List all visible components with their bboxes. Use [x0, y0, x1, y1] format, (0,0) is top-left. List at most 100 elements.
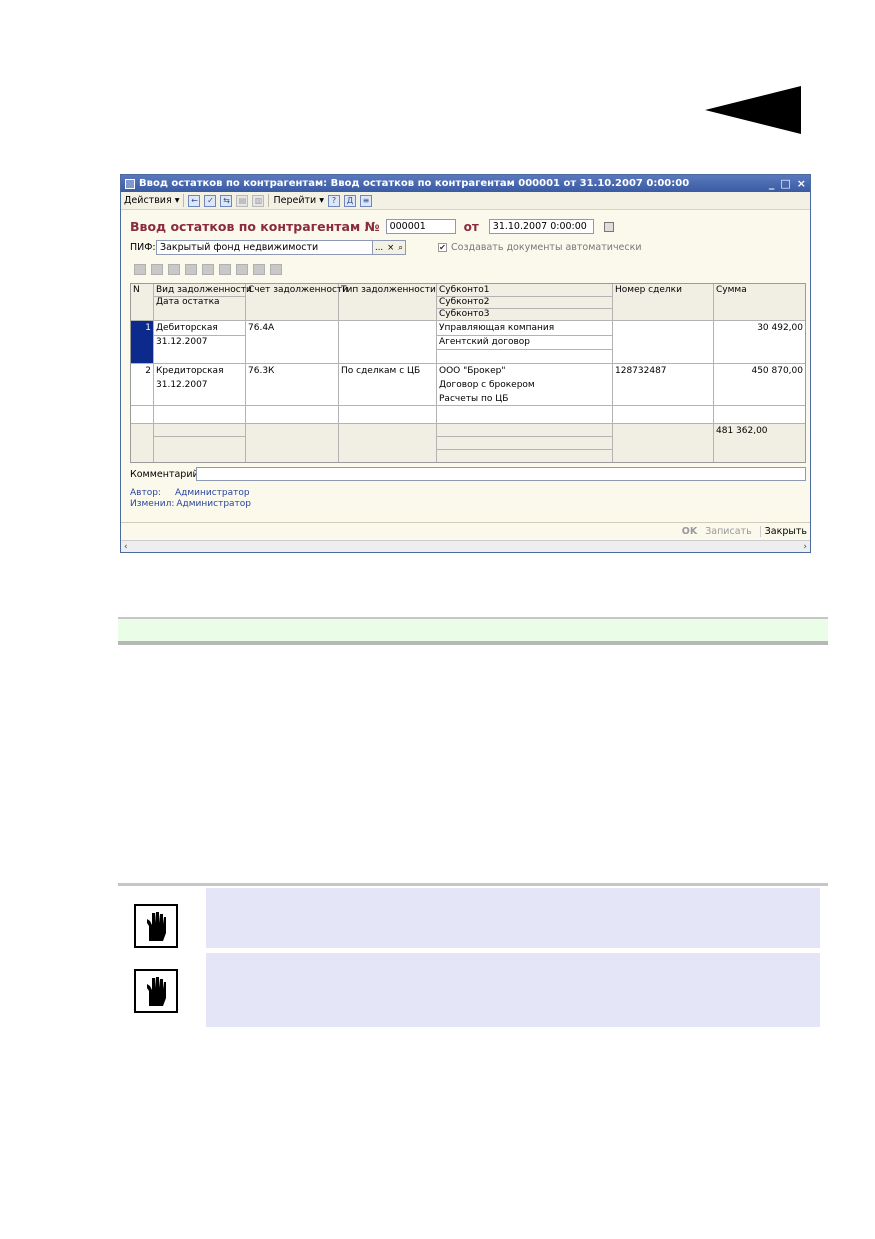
structure-icon[interactable]: ≡	[360, 194, 373, 207]
hand-icon	[134, 969, 178, 1013]
table-toolbar	[134, 264, 282, 275]
sort-asc-icon[interactable]	[253, 264, 265, 275]
paste-icon[interactable]: ▥	[252, 194, 265, 207]
row-number[interactable]: 2	[131, 365, 153, 377]
scroll-right-icon[interactable]: ›	[803, 542, 807, 552]
col-vid-header[interactable]: Вид задолженности	[154, 284, 254, 296]
move-down-icon[interactable]	[236, 264, 248, 275]
toolbar: Действия ▾ ← ✓ ⇆ ▤ ▥ Перейти ▾ ? Д ≡	[121, 192, 810, 210]
select-button[interactable]: ...	[373, 243, 385, 253]
grid-line	[131, 363, 805, 364]
grid-line	[436, 424, 437, 462]
col-tip-header[interactable]: Тип задолженности	[339, 284, 438, 296]
date-field[interactable]: 31.10.2007 0:00:00	[488, 219, 594, 234]
schet-cell[interactable]: 76.3К	[246, 365, 276, 377]
sub2-cell[interactable]: Договор с брокером	[437, 379, 537, 391]
close-window-button[interactable]: ×	[797, 177, 806, 190]
clear-button[interactable]: ×	[385, 243, 396, 253]
app-window: Ввод остатков по контрагентам: Ввод оста…	[120, 174, 811, 553]
edit-row-icon[interactable]	[168, 264, 180, 275]
dt-kt-icon[interactable]: Д	[344, 194, 357, 207]
grid-line	[131, 405, 805, 406]
sort-desc-icon[interactable]	[270, 264, 282, 275]
date-cell[interactable]: 31.12.2007	[154, 336, 210, 348]
grid-line	[436, 449, 612, 450]
divider	[118, 883, 828, 886]
scroll-left-icon[interactable]: ‹	[124, 542, 128, 552]
total-sum: 481 362,00	[716, 426, 768, 436]
pif-label: ПИФ:	[130, 242, 156, 253]
calendar-icon[interactable]	[603, 221, 614, 232]
copy-icon[interactable]: ▤	[236, 194, 249, 207]
horizontal-scrollbar[interactable]: ‹ ›	[121, 540, 810, 552]
sub1-cell[interactable]: Управляющая компания	[437, 322, 556, 334]
save-button[interactable]: Записать	[705, 526, 751, 537]
grid-line	[436, 436, 612, 437]
bottom-bar: OK Записать Закрыть	[121, 522, 810, 539]
tip-cell[interactable]: По сделкам с ЦБ	[339, 365, 422, 377]
delete-row-icon[interactable]	[185, 264, 197, 275]
actions-menu[interactable]: Действия ▾	[124, 195, 179, 206]
col-sub3-header[interactable]: Субконто3	[437, 308, 491, 320]
sub1-cell[interactable]: ООО "Брокер"	[437, 365, 507, 377]
sum-cell[interactable]: 30 492,00	[714, 322, 805, 334]
col-n-header[interactable]: N	[131, 284, 142, 296]
ok-button[interactable]: OK	[682, 526, 697, 537]
left-arrow-icon	[705, 86, 801, 134]
sub3-cell[interactable]: Расчеты по ЦБ	[437, 393, 510, 405]
deal-cell[interactable]: 128732487	[613, 365, 669, 377]
minimize-button[interactable]: _	[769, 177, 775, 190]
form-title: Ввод остатков по контрагентам №	[130, 219, 380, 234]
pif-field[interactable]: Закрытый фонд недвижимости	[156, 240, 373, 255]
col-date-header[interactable]: Дата остатка	[154, 296, 222, 308]
col-sub2-header[interactable]: Субконто2	[437, 296, 491, 308]
grid-line	[131, 320, 805, 321]
end-edit-icon[interactable]	[202, 264, 214, 275]
sub2-cell[interactable]: Агентский договор	[437, 336, 532, 348]
back-icon[interactable]: ←	[188, 194, 201, 207]
toolbar-separator	[268, 194, 270, 207]
sub3-cell[interactable]	[437, 350, 441, 352]
balances-table: N Вид задолженности Дата остатка Счет за…	[130, 283, 806, 463]
vid-cell[interactable]: Дебиторская	[154, 322, 220, 334]
col-sub1-header[interactable]: Субконто1	[437, 284, 491, 296]
col-schet-header[interactable]: Счет задолженности	[246, 284, 350, 296]
pif-row: ПИФ: Закрытый фонд недвижимости ... × ⌕ …	[130, 240, 642, 255]
comment-field[interactable]	[196, 467, 806, 481]
auto-docs-checkbox[interactable]: ✔	[438, 243, 447, 252]
date-cell[interactable]: 31.12.2007	[154, 379, 210, 391]
goto-menu[interactable]: Перейти ▾	[273, 195, 324, 206]
note-box	[206, 953, 820, 1027]
document-icon	[125, 178, 135, 189]
highlight-bar	[118, 617, 828, 645]
document-page: Ввод остатков по контрагентам: Ввод оста…	[0, 0, 875, 1239]
maximize-button[interactable]: □	[780, 177, 790, 190]
sum-cell[interactable]: 450 870,00	[714, 365, 805, 377]
refresh-icon[interactable]: ⇆	[220, 194, 233, 207]
schet-cell[interactable]: 76.4А	[246, 322, 276, 334]
move-up-icon[interactable]	[219, 264, 231, 275]
date-prefix: от	[463, 219, 479, 234]
number-field[interactable]: 000001	[385, 219, 456, 234]
hand-icon	[134, 904, 178, 948]
search-icon[interactable]: ⌕	[396, 243, 405, 253]
window-titlebar: Ввод остатков по контрагентам: Ввод оста…	[121, 175, 810, 192]
row-number[interactable]: 1	[131, 322, 153, 334]
totals-row	[131, 424, 805, 462]
grid-line	[436, 349, 612, 350]
pif-buttons: ... × ⌕	[373, 240, 406, 255]
close-button[interactable]: Закрыть	[759, 525, 807, 537]
col-sum-header[interactable]: Сумма	[714, 284, 749, 296]
add-row-icon[interactable]	[134, 264, 146, 275]
col-deal-header[interactable]: Номер сделки	[613, 284, 684, 296]
help-icon[interactable]: ?	[328, 194, 341, 207]
toolbar-separator	[183, 194, 185, 207]
copy-row-icon[interactable]	[151, 264, 163, 275]
grid-line	[612, 424, 613, 462]
tip-cell[interactable]	[339, 322, 343, 324]
vid-cell[interactable]: Кредиторская	[154, 365, 226, 377]
changed-value: Администратор	[176, 499, 252, 509]
window-title: Ввод остатков по контрагентам: Ввод оста…	[139, 178, 690, 189]
post-icon[interactable]: ✓	[204, 194, 217, 207]
deal-cell[interactable]	[613, 322, 617, 324]
